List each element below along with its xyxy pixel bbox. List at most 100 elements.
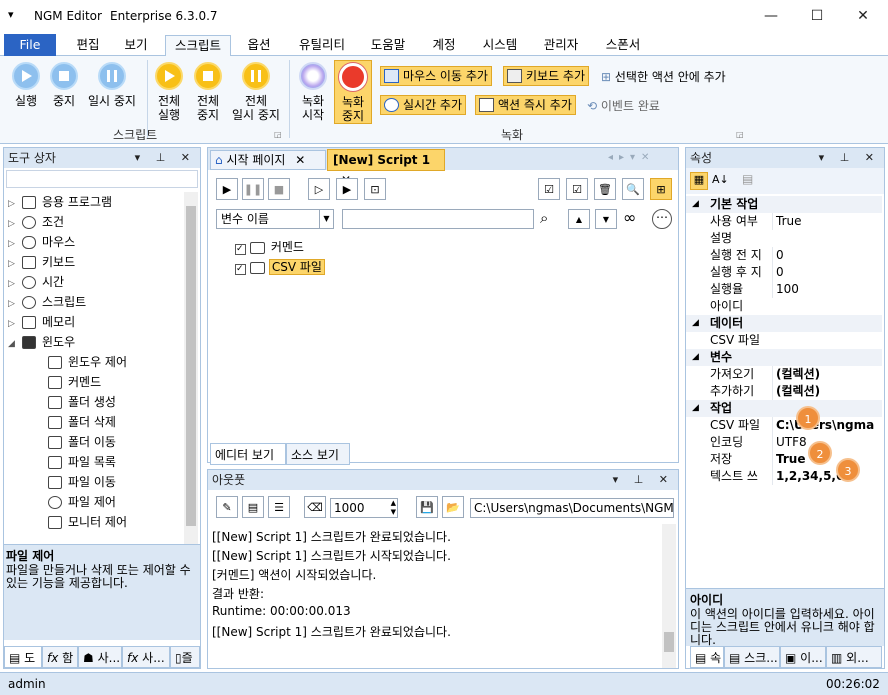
property-row[interactable]: 실행율 100 [686,281,882,298]
property-row[interactable]: CSV 파일 [686,332,882,349]
variable-search-input[interactable] [342,209,534,229]
tab-editor-view[interactable]: 에디터 보기 [210,443,286,465]
stop-button[interactable]: 중지 [46,62,82,108]
tab-script1[interactable]: [New] Script 1 ✕ [327,149,445,187]
property-category[interactable]: 변수 ◢ [686,349,882,366]
tab-external[interactable]: ▥ 외... [826,646,882,668]
property-value[interactable]: 0 [772,264,884,281]
tab-scripts[interactable]: ▤ 스크... [724,646,780,668]
menu-help[interactable]: 도움말 [362,35,414,56]
all-run-button[interactable]: 전체 실행 [151,62,187,122]
output-scrollbar[interactable] [662,524,676,668]
tree-item[interactable]: ▷ 조건 [8,212,64,232]
clear-output-icon[interactable]: ✎ [216,496,238,518]
scrollbar-thumb[interactable] [186,206,196,526]
property-row[interactable]: 가져오기 (컬렉션) [686,366,882,383]
toolbox-scrollbar[interactable] [184,192,198,544]
property-category[interactable]: 기본 작업 ◢ [686,196,882,213]
move-up-icon[interactable]: ▲ [568,209,590,229]
export-icon[interactable]: ▤ [242,496,264,518]
property-value[interactable]: 0 [772,247,884,264]
tree-subitem[interactable]: 폴더 삭제 [48,412,116,432]
tree-subitem[interactable]: 모니터 제어 [48,512,127,532]
tab-favorites[interactable]: ▯즐 [170,646,200,668]
list-icon[interactable]: ☰ [268,496,290,518]
action-item-selected[interactable]: ✓ CSV 파일 [235,258,325,276]
tree-subitem[interactable]: 폴더 생성 [48,392,116,412]
menu-view[interactable]: 보기 [112,35,160,56]
property-row[interactable]: 아이디 [686,298,882,315]
property-row[interactable]: 설명 [686,230,882,247]
property-category[interactable]: 데이터 ◢ [686,315,882,332]
close-icon[interactable]: ✕ [840,0,886,32]
eraser-icon[interactable]: ⌫ [304,496,326,518]
tree-item[interactable]: ▷ 스크립트 [8,292,86,312]
toolbox-search-input[interactable] [6,170,198,188]
add-action-now-button[interactable]: 액션 즉시 추가 [475,95,576,115]
property-row[interactable]: 실행 후 지 0 [686,264,882,281]
tree-view-icon[interactable]: ⊞ [650,178,672,200]
property-value[interactable]: (컬렉션) [772,383,884,400]
categorized-icon[interactable]: ▦ [690,172,708,190]
menu-system[interactable]: 시스템 [474,35,526,56]
maximize-icon[interactable]: ☐ [794,0,840,32]
line-count-stepper[interactable]: 1000 ▲ ▼ [330,498,398,518]
step-over-icon[interactable]: ⊡ [364,178,386,200]
collapse-icon[interactable]: ◢ [692,315,699,332]
property-pages-icon[interactable]: ▤ [742,172,753,186]
menu-account[interactable]: 계정 [422,35,466,56]
move-down-icon[interactable]: ▼ [595,209,617,229]
delete-icon[interactable]: 🗑 [594,178,616,200]
variable-select[interactable]: 변수 이름 ▼ [216,209,334,229]
panel-controls[interactable]: ▾ ⊥ ✕ [135,148,196,168]
menu-sponsor[interactable]: 스폰서 [596,35,650,56]
save-icon[interactable]: 💾 [416,496,438,518]
panel-controls[interactable]: ▾ ⊥ ✕ [819,148,880,168]
minimize-icon[interactable]: — [748,0,794,32]
pause-button[interactable]: 일시 중지 [84,62,140,108]
pause-icon[interactable]: ❚❚ [242,178,264,200]
panel-controls[interactable]: ▾ ⊥ ✕ [613,470,674,490]
menu-script[interactable]: 스크립트 [165,35,231,57]
tree-subitem[interactable]: 파일 제어 [48,492,116,512]
collapse-icon[interactable]: ◢ [692,196,699,213]
collapse-icon[interactable]: ◢ [692,349,699,366]
output-path-field[interactable]: C:\Users\ngmas\Documents\NGM6\ [470,498,674,518]
tree-item[interactable]: ▷ 응용 프로그램 [8,192,112,212]
record-stop-button[interactable]: 녹화 중지 [334,60,372,124]
event-done-button[interactable]: ⟲ 이벤트 완료 [587,97,660,114]
search-icon[interactable]: 🔍 [622,178,644,200]
tree-subitem[interactable]: 커멘드 [48,372,101,392]
close-icon[interactable]: ✕ [295,153,305,167]
tab-nav-controls[interactable]: ◂▸▾✕ [608,152,655,163]
tab-toolbox[interactable]: ▤ 도 [4,646,42,668]
checkbox-checked[interactable]: ✓ [235,264,246,275]
menu-file[interactable]: File [4,34,56,56]
dialog-launcher-icon[interactable]: ◲ [274,130,282,139]
menu-edit[interactable]: 편집 [62,35,114,56]
collapse-icon[interactable]: ◢ [692,400,699,417]
system-menu-icon[interactable]: ▾ [8,8,14,21]
tree-item[interactable]: ◢ 윈도우 [8,332,75,352]
step-icon[interactable]: ▷ [308,178,330,200]
play-icon[interactable]: ▶ [216,178,238,200]
tab-start-page[interactable]: ⌂ 시작 페이지 ✕ [210,150,326,170]
tree-subitem[interactable]: 윈도우 제어 [48,352,127,372]
all-pause-button[interactable]: 전체 일시 중지 [228,62,284,122]
tree-subitem[interactable]: 폴더 이동 [48,432,116,452]
sort-az-icon[interactable]: A↓ [712,173,729,186]
tab-source-view[interactable]: 소스 보기 [286,443,350,465]
action-item[interactable]: ✓ 커멘드 [235,238,304,256]
property-row[interactable]: 인코딩 UTF8 [686,434,882,451]
scrollbar-thumb[interactable] [664,632,674,652]
checkbox-checked[interactable]: ✓ [235,244,246,255]
add-mouse-move-button[interactable]: 마우스 이동 추가 [380,66,492,86]
property-row[interactable]: 사용 여부 True [686,213,882,230]
property-row[interactable]: 추가하기 (컬렉션) [686,383,882,400]
add-realtime-button[interactable]: 실시간 추가 [380,95,467,115]
tree-subitem[interactable]: 파일 목록 [48,452,116,472]
property-row[interactable]: CSV 파일 C:\Users\ngma [686,417,882,434]
check-all-icon[interactable]: ☑ [538,178,560,200]
stop-icon[interactable]: ■ [268,178,290,200]
menu-utility[interactable]: 유틸리티 [290,35,354,56]
